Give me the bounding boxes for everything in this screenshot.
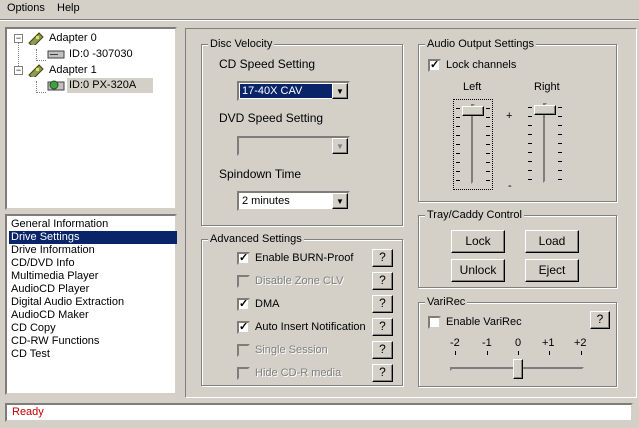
collapse-icon[interactable]: − bbox=[14, 34, 23, 43]
right-label: Right bbox=[534, 81, 560, 93]
dvd-speed-label: DVD Speed Setting bbox=[219, 111, 324, 125]
eject-button[interactable]: Eject bbox=[525, 259, 579, 282]
unlock-button[interactable]: Unlock bbox=[451, 259, 505, 282]
nav-item[interactable]: CD Test bbox=[9, 348, 177, 361]
burnproof-checkbox[interactable]: ✓ bbox=[237, 252, 250, 265]
slider-track bbox=[543, 103, 547, 183]
auto-insert-checkbox[interactable]: ✓ bbox=[237, 321, 250, 334]
dvd-speed-select: ▼ bbox=[237, 136, 350, 156]
hide-cdr-checkbox bbox=[237, 367, 250, 380]
group-title: Disc Velocity bbox=[208, 38, 275, 50]
status-text: Ready bbox=[12, 406, 44, 418]
zone-clv-label: Disable Zone CLV bbox=[255, 275, 344, 287]
help-button[interactable]: ? bbox=[372, 295, 393, 313]
group-title: Tray/Caddy Control bbox=[425, 209, 524, 221]
group-title: Audio Output Settings bbox=[425, 38, 537, 50]
chevron-down-icon[interactable]: ▼ bbox=[332, 83, 348, 99]
tree-line bbox=[36, 60, 46, 61]
burnproof-label: Enable BURN-Proof bbox=[255, 252, 354, 264]
auto-insert-label: Auto Insert Notification bbox=[255, 321, 366, 333]
help-button[interactable]: ? bbox=[372, 249, 393, 267]
nav-item[interactable]: CD/DVD Info bbox=[9, 257, 177, 270]
adapter-icon bbox=[28, 64, 44, 77]
varirec-scale-label: +1 bbox=[542, 337, 555, 349]
slider-track bbox=[471, 104, 475, 184]
lock-button[interactable]: Lock bbox=[451, 230, 505, 253]
tree-device-0[interactable]: ID:0 -307030 bbox=[69, 48, 133, 60]
plus-label: + bbox=[506, 110, 513, 122]
varirec-scale-label: -2 bbox=[450, 337, 460, 349]
right-volume-slider[interactable] bbox=[526, 99, 566, 190]
zone-clv-checkbox bbox=[237, 275, 250, 288]
nav-item[interactable]: AudioCD Player bbox=[9, 283, 177, 296]
help-button[interactable]: ? bbox=[372, 364, 393, 382]
slider-thumb[interactable] bbox=[462, 106, 484, 116]
menu-divider-hl bbox=[0, 20, 639, 21]
group-title: VariRec bbox=[425, 296, 468, 308]
nav-item[interactable]: CD-RW Functions bbox=[9, 335, 177, 348]
spindown-select[interactable]: 2 minutes ▼ bbox=[237, 191, 350, 211]
varirec-checkbox[interactable] bbox=[428, 316, 441, 329]
help-button[interactable]: ? bbox=[372, 341, 393, 359]
nav-list[interactable]: General Information Drive Settings Drive… bbox=[5, 214, 177, 395]
audio-output-group: Audio Output Settings ✓ Lock channels Le… bbox=[418, 38, 617, 202]
varirec-scale-label: -1 bbox=[482, 337, 492, 349]
spindown-label: Spindown Time bbox=[219, 167, 302, 181]
advanced-settings-group: Advanced Settings ✓ Enable BURN-Proof ? … bbox=[201, 233, 403, 386]
varirec-scale-label: +2 bbox=[574, 337, 587, 349]
nav-item[interactable]: Multimedia Player bbox=[9, 270, 177, 283]
tree-line bbox=[36, 92, 46, 93]
load-button[interactable]: Load bbox=[525, 230, 579, 253]
cd-speed-value: 17-40X CAV bbox=[240, 84, 332, 98]
cd-speed-label: CD Speed Setting bbox=[219, 57, 316, 71]
adapter-icon bbox=[28, 32, 44, 45]
collapse-icon[interactable]: − bbox=[14, 66, 23, 75]
left-label: Left bbox=[463, 81, 482, 93]
tray-control-group: Tray/Caddy Control Lock Load Unlock Ejec… bbox=[418, 209, 617, 288]
single-session-checkbox bbox=[237, 344, 250, 357]
menu-bar: Options Help bbox=[0, 0, 639, 18]
dma-label: DMA bbox=[255, 298, 280, 310]
single-session-label: Single Session bbox=[255, 344, 328, 356]
slider-thumb[interactable] bbox=[534, 105, 556, 115]
hide-cdr-label: Hide CD-R media bbox=[255, 367, 342, 379]
chevron-down-icon: ▼ bbox=[332, 138, 348, 154]
disc-velocity-group: Disc Velocity CD Speed Setting 17-40X CA… bbox=[201, 38, 403, 226]
menu-options[interactable]: Options bbox=[7, 2, 45, 14]
nav-item-selected[interactable]: Drive Settings bbox=[9, 231, 177, 244]
cd-drive-icon bbox=[47, 80, 65, 91]
nav-item[interactable]: AudioCD Maker bbox=[9, 309, 177, 322]
left-volume-slider[interactable] bbox=[453, 99, 493, 190]
nav-item[interactable]: CD Copy bbox=[9, 322, 177, 335]
device-tree[interactable]: − Adapter 0 ID:0 -307030 − Adapter 1 ID:… bbox=[5, 27, 177, 210]
spindown-value: 2 minutes bbox=[242, 195, 290, 207]
tree-adapter-1[interactable]: Adapter 1 bbox=[49, 64, 97, 76]
nav-item[interactable]: Drive Information bbox=[9, 244, 177, 257]
varirec-group: VariRec Enable VariRec ? -2 -1 0 +1 +2 bbox=[418, 296, 617, 387]
varirec-slider-thumb[interactable] bbox=[513, 359, 523, 379]
nav-item[interactable]: General Information bbox=[9, 218, 177, 231]
tree-device-1[interactable]: ID:0 PX-320A bbox=[67, 78, 153, 93]
status-bar: Ready bbox=[5, 403, 633, 422]
lock-channels-label: Lock channels bbox=[446, 59, 517, 71]
lock-channels-checkbox[interactable]: ✓ bbox=[428, 59, 441, 72]
group-title: Advanced Settings bbox=[208, 233, 304, 245]
menu-help[interactable]: Help bbox=[57, 2, 80, 14]
tree-adapter-0[interactable]: Adapter 0 bbox=[49, 32, 97, 44]
help-button[interactable]: ? bbox=[590, 311, 610, 329]
chevron-down-icon[interactable]: ▼ bbox=[332, 193, 348, 209]
cd-speed-select[interactable]: 17-40X CAV ▼ bbox=[237, 81, 350, 101]
help-button[interactable]: ? bbox=[372, 318, 393, 336]
drive-icon bbox=[47, 50, 65, 59]
dma-checkbox[interactable]: ✓ bbox=[237, 298, 250, 311]
minus-label: - bbox=[508, 180, 512, 192]
varirec-label: Enable VariRec bbox=[446, 316, 522, 328]
help-button[interactable]: ? bbox=[372, 272, 393, 290]
varirec-scale-label: 0 bbox=[515, 337, 522, 349]
nav-item[interactable]: Digital Audio Extraction bbox=[9, 296, 177, 309]
